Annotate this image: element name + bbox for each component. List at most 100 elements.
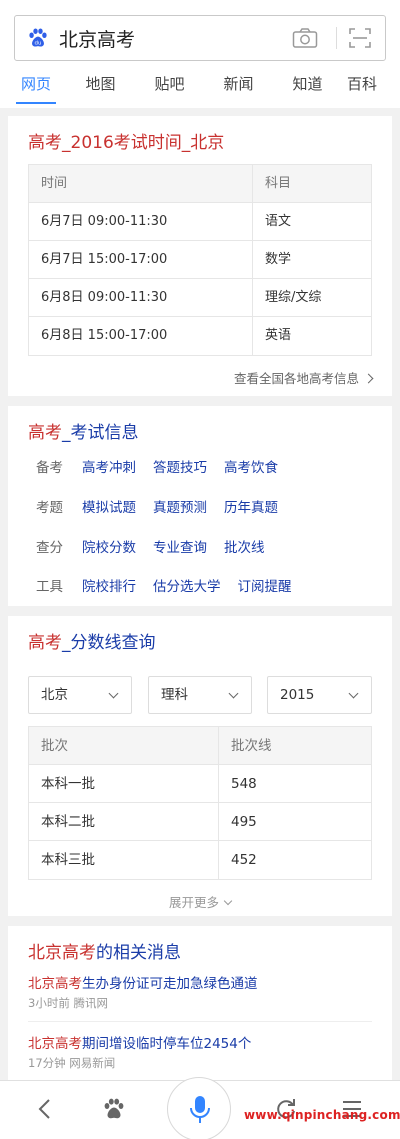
score-line-card: 高考_分数线查询 北京 理科 2015 批次 批次线 本科一批 548 本科二批… [8, 616, 392, 916]
news-meta: 17分钟 网易新闻 [28, 1056, 116, 1070]
info-link[interactable]: 专业查询 [153, 536, 207, 556]
title-rest: _考试信息 [62, 423, 139, 443]
divider [28, 1021, 372, 1022]
table-row: 6月7日 15:00-17:00 数学 [29, 241, 371, 279]
baidu-paw-icon[interactable] [102, 1097, 126, 1121]
score-cell: 495 [231, 814, 257, 830]
news-meta: 3小时前 腾讯网 [28, 996, 108, 1010]
header-batch: 批次 [29, 727, 219, 764]
table-row: 本科三批 452 [29, 841, 371, 879]
batch-cell: 本科三批 [29, 841, 219, 879]
baidu-paw-icon[interactable]: du [27, 27, 49, 49]
news-headline: 生办身份证可走加急绿色通道 [82, 976, 258, 992]
subject-select[interactable]: 理科 [148, 676, 252, 714]
tab-tieba[interactable]: 贴吧 [135, 70, 204, 106]
exam-time-title[interactable]: 高考_2016考试时间_北京 [8, 116, 392, 156]
divider [336, 27, 337, 49]
table-row: 6月8日 15:00-17:00 英语 [29, 317, 371, 355]
info-category: 考题 [36, 500, 63, 516]
exam-info-card: 高考_考试信息 备考 高考冲刺 答题技巧 高考饮食 考题 模拟试题 真题预测 历… [8, 406, 392, 606]
info-link[interactable]: 高考冲刺 [82, 456, 136, 476]
tab-baike[interactable]: 百科 [342, 70, 382, 106]
microphone-icon [190, 1096, 210, 1123]
search-results-page: du 北京高考 网页 地图 贴吧 新闻 知道 百科 高考_2016考试时间_北京 [0, 0, 400, 1139]
exam-time-table: 时间 科目 6月7日 09:00-11:30 语文 6月7日 15:00-17:… [28, 164, 372, 356]
subject-value: 理科 [161, 687, 188, 703]
back-icon[interactable] [36, 1097, 54, 1121]
scan-icon[interactable] [349, 27, 371, 49]
batch-cell: 本科二批 [29, 803, 219, 840]
info-category: 查分 [36, 540, 63, 556]
news-item-link[interactable]: 北京高考生办身份证可走加急绿色通道 [28, 972, 258, 992]
camera-icon[interactable] [292, 27, 318, 49]
info-row-scores: 查分 院校分数 专业查询 批次线 [36, 536, 282, 556]
view-all-exam-info-link[interactable]: 查看全国各地高考信息 [233, 368, 374, 387]
header-subject: 科目 [265, 176, 292, 191]
info-row-prep: 备考 高考冲刺 答题技巧 高考饮食 [36, 456, 295, 476]
subject-cell: 理综/文综 [265, 290, 322, 305]
table-header-row: 时间 科目 [29, 165, 371, 203]
watermark: www.qinpinchang.com [244, 1108, 400, 1122]
batch-cell: 本科一批 [29, 765, 219, 802]
title-keyword: 高考 [28, 423, 62, 443]
tab-web[interactable]: 网页 [6, 70, 66, 106]
title-keyword: 高考 [28, 633, 62, 653]
subject-cell: 语文 [265, 214, 292, 229]
news-keyword: 北京高考 [28, 976, 82, 992]
info-link[interactable]: 真题预测 [153, 496, 207, 516]
news-title[interactable]: 北京高考的相关消息 [8, 926, 392, 966]
year-select[interactable]: 2015 [267, 676, 372, 714]
table-row: 本科二批 495 [29, 803, 371, 841]
chevron-down-icon [108, 688, 119, 699]
table-row: 6月8日 09:00-11:30 理综/文综 [29, 279, 371, 317]
expand-label: 展开更多 [168, 895, 219, 910]
info-link[interactable]: 院校排行 [82, 575, 136, 595]
time-cell: 6月8日 09:00-11:30 [29, 279, 253, 316]
svg-text:du: du [35, 40, 42, 46]
tab-news[interactable]: 新闻 [204, 70, 273, 106]
info-link[interactable]: 批次线 [224, 536, 265, 556]
subject-cell: 英语 [265, 328, 292, 343]
title-rest: _分数线查询 [62, 633, 156, 653]
info-link[interactable]: 答题技巧 [153, 456, 207, 476]
tab-map[interactable]: 地图 [66, 70, 135, 106]
chevron-down-icon [348, 688, 359, 699]
table-row: 6月7日 09:00-11:30 语文 [29, 203, 371, 241]
info-link[interactable]: 估分选大学 [153, 575, 221, 595]
info-link[interactable]: 院校分数 [82, 536, 136, 556]
header-time: 时间 [29, 165, 253, 202]
info-category: 备考 [36, 460, 63, 476]
info-link[interactable]: 高考饮食 [224, 456, 278, 476]
exam-info-title[interactable]: 高考_考试信息 [8, 406, 392, 446]
table-row: 本科一批 548 [29, 765, 371, 803]
search-query-text[interactable]: 北京高考 [59, 25, 292, 52]
news-card: 北京高考的相关消息 北京高考生办身份证可走加急绿色通道 3小时前 腾讯网 北京高… [8, 926, 392, 1080]
news-headline: 期间增设临时停车位2454个 [82, 1036, 252, 1052]
info-link[interactable]: 订阅提醒 [238, 575, 292, 595]
view-all-label: 查看全国各地高考信息 [233, 371, 359, 386]
table-header-row: 批次 批次线 [29, 727, 371, 765]
time-cell: 6月8日 15:00-17:00 [29, 317, 253, 355]
news-keyword: 北京高考 [28, 1036, 82, 1052]
year-value: 2015 [280, 687, 315, 703]
header-score: 批次线 [231, 738, 272, 754]
chevron-right-icon [363, 373, 374, 384]
chevron-down-icon [228, 688, 239, 699]
info-row-tools: 工具 院校排行 估分选大学 订阅提醒 [36, 575, 309, 595]
region-select[interactable]: 北京 [28, 676, 132, 714]
info-link[interactable]: 模拟试题 [82, 496, 136, 516]
region-value: 北京 [41, 687, 68, 703]
expand-more-button[interactable]: 展开更多 [8, 892, 392, 911]
time-cell: 6月7日 09:00-11:30 [29, 203, 253, 240]
info-link[interactable]: 历年真题 [224, 496, 278, 516]
subject-cell: 数学 [265, 252, 292, 267]
title-rest: 的相关消息 [96, 943, 181, 963]
voice-search-button[interactable] [167, 1077, 231, 1139]
score-cell: 452 [231, 852, 257, 868]
info-row-questions: 考题 模拟试题 真题预测 历年真题 [36, 496, 295, 516]
news-item-link[interactable]: 北京高考期间增设临时停车位2454个 [28, 1032, 251, 1052]
score-line-title[interactable]: 高考_分数线查询 [8, 616, 392, 656]
search-bar[interactable]: du 北京高考 [14, 15, 386, 61]
tab-zhidao[interactable]: 知道 [273, 70, 342, 106]
score-cell: 548 [231, 776, 257, 792]
